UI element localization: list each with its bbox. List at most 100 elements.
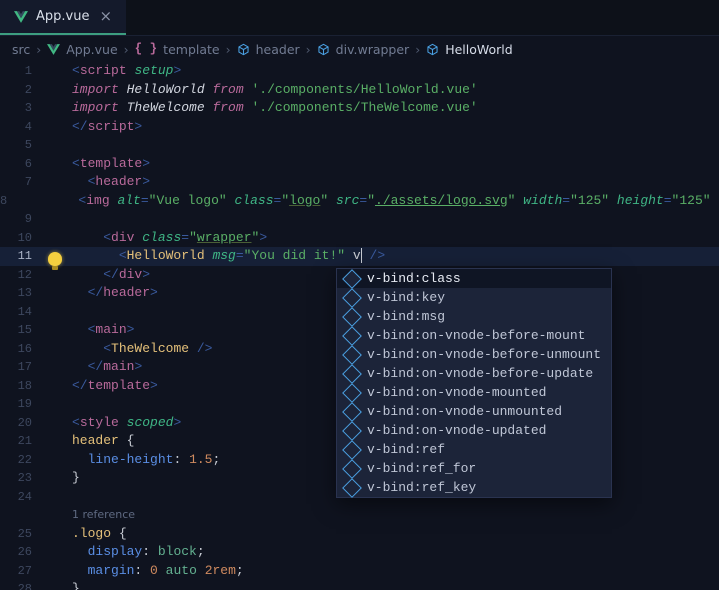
chevron-right-icon: › <box>415 42 420 57</box>
code-line[interactable]: 9 <box>0 210 719 229</box>
line-number: 25 <box>0 525 50 544</box>
code-line[interactable]: 28} <box>0 580 719 590</box>
code-line[interactable]: 4</script> <box>0 118 719 137</box>
breadcrumb-item[interactable]: div.wrapper <box>317 42 410 57</box>
cube-icon <box>426 43 439 56</box>
suggest-label: v-bind:on-vnode-updated <box>367 423 546 438</box>
code-content[interactable]: margin: 0 auto 2rem; <box>50 562 719 581</box>
suggest-label: v-bind:key <box>367 290 445 305</box>
suggest-item[interactable]: v-bind:on-vnode-mounted <box>337 383 611 402</box>
line-number: 16 <box>0 340 50 359</box>
line-number: 20 <box>0 414 50 433</box>
suggest-item[interactable]: v-bind:msg <box>337 307 611 326</box>
code-line[interactable]: 8 <img alt="Vue logo" class="logo" src="… <box>0 192 719 211</box>
line-number: 17 <box>0 358 50 377</box>
chevron-right-icon: › <box>124 42 129 57</box>
code-line[interactable]: 26 display: block; <box>0 543 719 562</box>
suggest-label: v-bind:msg <box>367 309 445 324</box>
suggest-item[interactable]: v-bind:key <box>337 288 611 307</box>
chevron-right-icon: › <box>36 42 41 57</box>
suggest-item[interactable]: v-bind:on-vnode-before-mount <box>337 326 611 345</box>
code-content[interactable]: .logo { <box>50 525 719 544</box>
code-line[interactable]: 1<script setup> <box>0 62 719 81</box>
breadcrumb-item[interactable]: App.vue <box>47 42 117 57</box>
suggest-label: v-bind:class <box>367 271 461 286</box>
code-line[interactable]: 10 <div class="wrapper"> <box>0 229 719 248</box>
codelens-references[interactable]: 1 reference <box>50 506 719 525</box>
line-number: 15 <box>0 321 50 340</box>
code-line[interactable]: 11 <HelloWorld msg="You did it!" v /> <box>0 247 719 266</box>
line-number: 7 <box>0 173 50 192</box>
code-editor[interactable]: v-bind:class v-bind:key v-bind:msg v-bind:o… <box>0 62 719 590</box>
chevron-right-icon: › <box>306 42 311 57</box>
suggest-item[interactable]: v-bind:ref <box>337 440 611 459</box>
code-content[interactable]: <header> <box>50 173 719 192</box>
breadcrumb-label: App.vue <box>66 42 117 57</box>
breadcrumb-label: div.wrapper <box>336 42 410 57</box>
line-number: 23 <box>0 469 50 488</box>
property-icon <box>342 307 362 327</box>
braces-icon: { } <box>135 42 158 56</box>
line-number: 5 <box>0 136 50 155</box>
suggest-item[interactable]: v-bind:ref_key <box>337 478 611 497</box>
property-icon <box>342 269 362 289</box>
tab-filename: App.vue <box>36 9 89 24</box>
line-number: 1 <box>0 62 50 81</box>
line-number: 21 <box>0 432 50 451</box>
breadcrumb-item[interactable]: HelloWorld <box>426 42 513 57</box>
breadcrumb-label: HelloWorld <box>445 42 513 57</box>
suggest-label: v-bind:on-vnode-unmounted <box>367 404 562 419</box>
line-number: 22 <box>0 451 50 470</box>
code-line[interactable]: 3import TheWelcome from './components/Th… <box>0 99 719 118</box>
line-number: 4 <box>0 118 50 137</box>
close-icon[interactable]: × <box>97 9 114 24</box>
property-icon <box>342 478 362 498</box>
line-number: 26 <box>0 543 50 562</box>
code-line[interactable]: 25.logo { <box>0 525 719 544</box>
code-line[interactable]: 5 <box>0 136 719 155</box>
autocomplete-popup[interactable]: v-bind:class v-bind:key v-bind:msg v-bind:o… <box>336 268 612 498</box>
suggest-item[interactable]: v-bind:on-vnode-before-unmount <box>337 345 611 364</box>
suggest-label: v-bind:on-vnode-before-unmount <box>367 347 601 362</box>
code-content[interactable]: <img alt="Vue logo" class="logo" src="./… <box>25 192 719 211</box>
line-number: 19 <box>0 395 50 414</box>
line-number: 10 <box>0 229 50 248</box>
property-icon <box>342 459 362 479</box>
line-number: 27 <box>0 562 50 581</box>
breadcrumb-item[interactable]: header <box>237 42 300 57</box>
code-content[interactable]: import TheWelcome from './components/The… <box>50 99 719 118</box>
suggest-item[interactable]: v-bind:on-vnode-unmounted <box>337 402 611 421</box>
code-line[interactable]: 2import HelloWorld from './components/He… <box>0 81 719 100</box>
breadcrumb-item[interactable]: { }template <box>135 42 220 57</box>
property-icon <box>342 364 362 384</box>
lightbulb-icon[interactable] <box>48 252 62 266</box>
line-number: 9 <box>0 210 50 229</box>
chevron-right-icon: › <box>226 42 231 57</box>
vue-icon <box>47 44 60 55</box>
code-content[interactable]: display: block; <box>50 543 719 562</box>
cube-icon <box>317 43 330 56</box>
code-line[interactable]: 6<template> <box>0 155 719 174</box>
suggest-item[interactable]: v-bind:ref_for <box>337 459 611 478</box>
code-content[interactable]: <script setup> <box>50 62 719 81</box>
line-number: 11 <box>0 247 50 266</box>
property-icon <box>342 345 362 365</box>
breadcrumb-label: src <box>12 42 30 57</box>
line-number: 28 <box>0 580 50 590</box>
line-number: 24 <box>0 488 50 507</box>
suggest-label: v-bind:on-vnode-mounted <box>367 385 546 400</box>
code-line[interactable]: 27 margin: 0 auto 2rem; <box>0 562 719 581</box>
tab-app-vue[interactable]: App.vue × <box>0 0 126 35</box>
code-content[interactable]: <div class="wrapper"> <box>50 229 719 248</box>
code-content[interactable]: </script> <box>50 118 719 137</box>
code-line[interactable]: 7 <header> <box>0 173 719 192</box>
line-number: 3 <box>0 99 50 118</box>
code-content[interactable]: <HelloWorld msg="You did it!" v /> <box>50 247 719 266</box>
code-content[interactable]: } <box>50 580 719 590</box>
code-content[interactable]: <template> <box>50 155 719 174</box>
suggest-item[interactable]: v-bind:on-vnode-before-update <box>337 364 611 383</box>
breadcrumb-item[interactable]: src <box>12 42 30 57</box>
suggest-item[interactable]: v-bind:class <box>337 269 611 288</box>
code-content[interactable]: import HelloWorld from './components/Hel… <box>50 81 719 100</box>
suggest-item[interactable]: v-bind:on-vnode-updated <box>337 421 611 440</box>
